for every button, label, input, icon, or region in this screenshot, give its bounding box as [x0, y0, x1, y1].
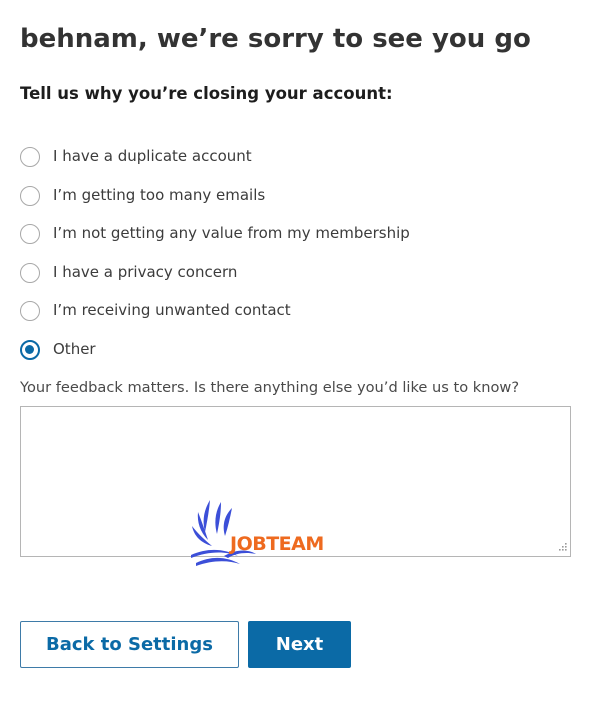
reason-label[interactable]: I have a duplicate account: [53, 144, 252, 168]
back-to-settings-button[interactable]: Back to Settings: [20, 621, 239, 668]
radio-unchecked-icon[interactable]: [20, 185, 40, 206]
radio-unchecked-icon[interactable]: [20, 262, 40, 283]
reason-radio-group: I have a duplicate account I’m getting t…: [20, 146, 410, 378]
watermark-text: JOBTEAM: [230, 533, 324, 555]
page-title: behnam, we’re sorry to see you go: [20, 24, 531, 54]
reason-option-unwanted-contact[interactable]: I’m receiving unwanted contact: [20, 300, 410, 339]
reason-option-too-many-emails[interactable]: I’m getting too many emails: [20, 185, 410, 224]
reason-label[interactable]: I’m getting too many emails: [53, 183, 265, 207]
close-account-reason-prompt: Tell us why you’re closing your account:: [20, 84, 393, 103]
feedback-label: Your feedback matters. Is there anything…: [20, 379, 520, 396]
reason-option-no-value[interactable]: I’m not getting any value from my member…: [20, 223, 410, 262]
reason-option-duplicate-account[interactable]: I have a duplicate account: [20, 146, 410, 185]
radio-unchecked-icon[interactable]: [20, 224, 40, 245]
reason-label[interactable]: I’m not getting any value from my member…: [53, 221, 410, 245]
reason-label[interactable]: I have a privacy concern: [53, 260, 237, 284]
radio-unchecked-icon[interactable]: [20, 301, 40, 322]
reason-option-privacy-concern[interactable]: I have a privacy concern: [20, 262, 410, 301]
reason-label[interactable]: I’m receiving unwanted contact: [53, 298, 291, 322]
reason-label[interactable]: Other: [53, 337, 96, 361]
radio-checked-icon[interactable]: [20, 339, 40, 360]
radio-unchecked-icon[interactable]: [20, 147, 40, 167]
next-button[interactable]: Next: [248, 621, 351, 668]
resize-grip-icon[interactable]: [556, 542, 568, 554]
reason-option-other[interactable]: Other: [20, 339, 410, 378]
